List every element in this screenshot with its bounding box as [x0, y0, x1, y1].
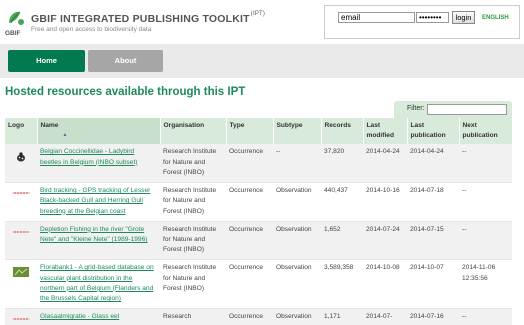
type-cell: Occurrence [226, 308, 273, 325]
language-selector[interactable]: ENGLISH [482, 15, 509, 21]
sort-asc-icon: ▲ [62, 132, 68, 138]
organisation-cell: Research Institute for Nature and Forest… [160, 144, 226, 184]
records-cell: 37,820 [321, 144, 363, 184]
name-cell: Bird tracking - GPS tracking of Lesser B… [37, 182, 160, 222]
col-header-logo[interactable]: Logo [5, 118, 38, 145]
filter-input[interactable] [427, 104, 507, 115]
records-cell: 1,171 [321, 308, 363, 325]
last-publication-cell: 2014-04-24 [407, 144, 459, 184]
col-header-records[interactable]: Records [321, 118, 364, 145]
type-cell: Occurrence [226, 259, 273, 310]
resources-table: Logo Name▲ Organisation Type Subtype Rec… [5, 118, 513, 325]
subtype-cell: Observation [273, 259, 321, 310]
col-header-last-publication[interactable]: Last publication [407, 118, 460, 145]
table-row: Depletion Fishing in the river "Grote Ne… [5, 221, 512, 261]
subtype-cell: Observation [273, 182, 321, 222]
login-button[interactable]: login [452, 11, 475, 24]
organisation-cell: Research Institute for Nature and Forest… [160, 182, 226, 222]
resource-link[interactable]: Glasaalmigratie - Glass eel [40, 313, 119, 320]
last-publication-cell: 2014-10-07 [407, 259, 459, 310]
col-header-last-modified[interactable]: Last modified [363, 118, 408, 145]
logo-cell [5, 221, 37, 261]
bird-icon [12, 192, 30, 195]
next-publication-cell: -- [459, 221, 512, 261]
records-cell: 3,589,358 [321, 259, 363, 310]
last-modified-cell: 2014-10-16 [363, 182, 407, 222]
table-row: Bird tracking - GPS tracking of Lesser B… [5, 182, 512, 222]
col-header-next-publication[interactable]: Next publication [459, 118, 513, 145]
page-title: Hosted resources available through this … [5, 86, 246, 98]
next-publication-cell: 2014-11-06 12:35:56 [459, 259, 512, 310]
organisation-cell: Research [160, 308, 226, 325]
filter-panel: Filter: [394, 101, 512, 118]
fish-icon [12, 230, 30, 233]
next-publication-cell: -- [459, 308, 512, 325]
last-modified-cell: 2014-04-24 [363, 144, 407, 184]
organisation-cell: Research Institute for Nature and Forest… [160, 259, 226, 310]
gbif-logo: GBIF [5, 11, 24, 37]
last-publication-cell: 2014-07-15 [407, 221, 459, 261]
col-header-subtype[interactable]: Subtype [273, 118, 322, 145]
main-nav: Home About [0, 44, 524, 78]
name-cell: Depletion Fishing in the river "Grote Ne… [37, 221, 160, 261]
name-cell: Florabank1 - A grid-based database on va… [37, 259, 160, 310]
type-cell: Occurrence [226, 144, 273, 184]
col-header-name[interactable]: Name▲ [37, 118, 161, 145]
table-row: Belgian Coccinellidae - Ladybird beetles… [5, 144, 512, 184]
resource-link[interactable]: Bird tracking - GPS tracking of Lesser B… [40, 187, 150, 214]
last-publication-cell: 2014-07-18 [407, 182, 459, 222]
logo-cell [5, 182, 37, 222]
email-field[interactable] [338, 12, 415, 23]
table-row: Glasaalmigratie - Glass eel Research Occ… [5, 308, 512, 325]
logo-cell [5, 308, 37, 325]
col-header-type[interactable]: Type [226, 118, 274, 145]
next-publication-cell: -- [459, 144, 512, 184]
subtype-cell: Observation [273, 308, 321, 325]
type-cell: Occurrence [226, 221, 273, 261]
subtype-cell: -- [273, 144, 321, 184]
filter-label: Filter: [407, 105, 425, 112]
nav-about-button[interactable]: About [88, 50, 163, 72]
table-row: Florabank1 - A grid-based database on va… [5, 259, 512, 310]
resource-link[interactable]: Belgian Coccinellidae - Ladybird beetles… [40, 148, 137, 165]
plant-icon [13, 267, 29, 278]
subtype-cell: Observation [273, 221, 321, 261]
nav-home-button[interactable]: Home [8, 50, 85, 72]
last-modified-cell: 2014-07- [363, 308, 407, 325]
last-publication-cell: 2014-07-16 [407, 308, 459, 325]
name-cell: Belgian Coccinellidae - Ladybird beetles… [37, 144, 160, 184]
svg-text:GBIF: GBIF [5, 30, 21, 37]
ladybird-icon [17, 152, 25, 162]
logo-cell [5, 144, 37, 184]
logo-cell [5, 259, 37, 310]
type-cell: Occurrence [226, 182, 273, 222]
col-header-organisation[interactable]: Organisation [160, 118, 227, 145]
app-subtitle: Free and open access to biodiversity dat… [31, 26, 152, 33]
resource-link[interactable]: Florabank1 - A grid-based database on va… [40, 264, 154, 302]
table-header-row: Logo Name▲ Organisation Type Subtype Rec… [5, 118, 513, 145]
app-title: GBIF INTEGRATED PUBLISHING TOOLKIT(IPT) [31, 11, 266, 25]
last-modified-cell: 2014-07-24 [363, 221, 407, 261]
records-cell: 440,437 [321, 182, 363, 222]
last-modified-cell: 2014-10-08 [363, 259, 407, 310]
password-field[interactable] [416, 12, 449, 23]
name-cell: Glasaalmigratie - Glass eel [37, 308, 160, 325]
records-cell: 1,652 [321, 221, 363, 261]
header: GBIF GBIF INTEGRATED PUBLISHING TOOLKIT(… [0, 0, 524, 44]
organisation-cell: Research Institute for Nature and Forest… [160, 221, 226, 261]
next-publication-cell: -- [459, 182, 512, 222]
resource-link[interactable]: Depletion Fishing in the river "Grote Ne… [40, 226, 147, 243]
login-panel: login ENGLISH [324, 5, 520, 39]
eel-icon [12, 318, 30, 321]
